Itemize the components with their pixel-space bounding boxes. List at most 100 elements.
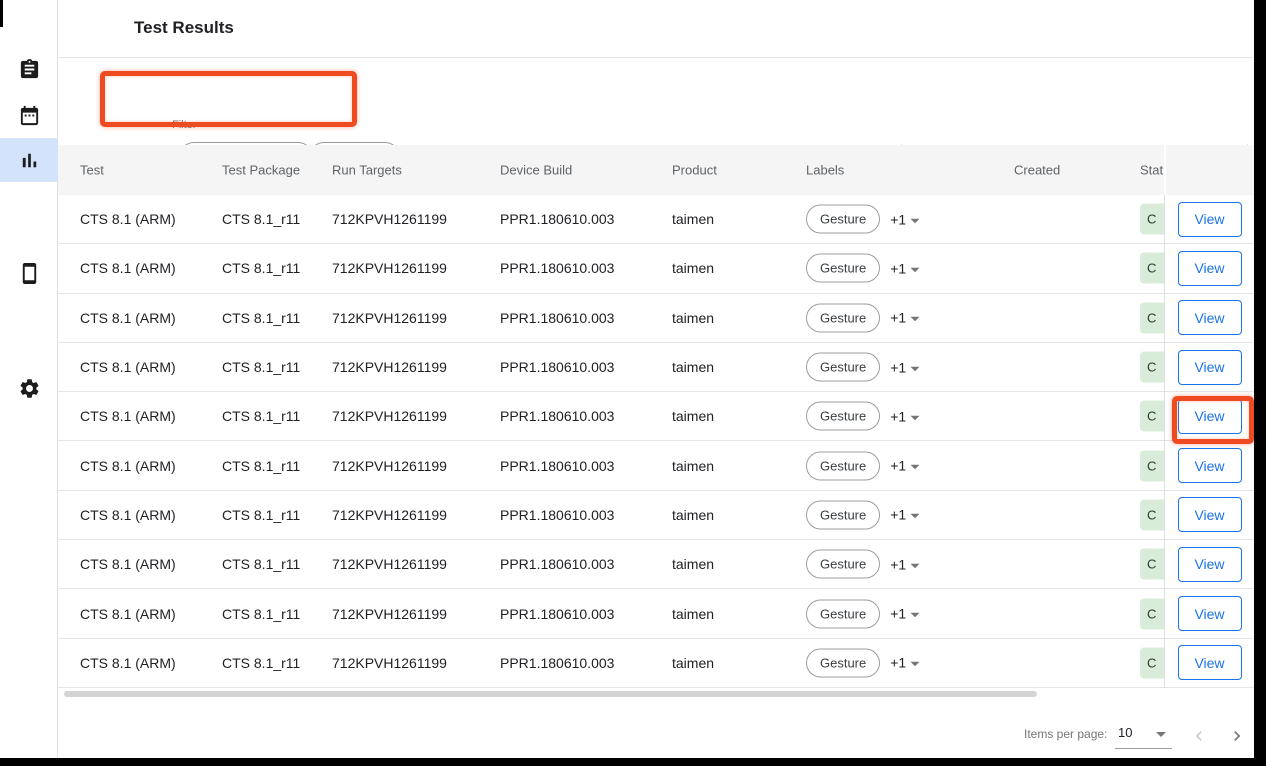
- view-button[interactable]: View: [1178, 547, 1242, 582]
- label-chip[interactable]: Gesture: [806, 303, 880, 332]
- cell-device-build: PPR1.180610.003: [500, 458, 614, 474]
- cell-run-targets: 712KPVH1261199: [332, 655, 447, 671]
- cell-test-package: CTS 8.1_r11: [222, 507, 300, 523]
- more-labels-dropdown[interactable]: +1: [890, 211, 920, 227]
- cell-test: CTS 8.1 (ARM): [80, 408, 176, 424]
- label-chip[interactable]: Gesture: [806, 599, 880, 628]
- more-labels-dropdown[interactable]: +1: [890, 310, 920, 326]
- view-cell: View: [1165, 639, 1254, 688]
- status-chip-truncated: C: [1140, 647, 1164, 678]
- page-title: Test Results: [134, 18, 234, 38]
- label-chip[interactable]: Gesture: [806, 648, 880, 677]
- status-chip-truncated: C: [1140, 450, 1164, 481]
- cell-labels: Gesture +1: [806, 451, 920, 480]
- view-cell: View: [1165, 441, 1254, 490]
- label-chip[interactable]: Gesture: [806, 402, 880, 431]
- table-row: CTS 8.1 (ARM) CTS 8.1_r11 712KPVH1261199…: [58, 491, 1164, 540]
- chevron-down-icon: [1156, 732, 1166, 737]
- cell-test: CTS 8.1 (ARM): [80, 211, 176, 227]
- view-button[interactable]: View: [1178, 596, 1242, 631]
- more-labels-count: +1: [890, 211, 906, 227]
- chevron-down-icon: [911, 613, 920, 618]
- label-chip[interactable]: Gesture: [806, 500, 880, 529]
- cell-run-targets: 712KPVH1261199: [332, 211, 447, 227]
- status-chip-truncated: C: [1140, 302, 1164, 333]
- cell-product: taimen: [672, 556, 714, 572]
- status-chip-truncated: C: [1140, 499, 1164, 530]
- cell-test-package: CTS 8.1_r11: [222, 606, 300, 622]
- view-button[interactable]: View: [1178, 251, 1242, 286]
- more-labels-dropdown[interactable]: +1: [890, 655, 920, 671]
- table-row: CTS 8.1 (ARM) CTS 8.1_r11 712KPVH1261199…: [58, 195, 1164, 244]
- sidebar-item-test-plans[interactable]: [0, 47, 58, 91]
- cell-run-targets: 712KPVH1261199: [332, 310, 447, 326]
- view-cell: View: [1165, 244, 1254, 293]
- more-labels-dropdown[interactable]: +1: [890, 556, 920, 572]
- more-labels-count: +1: [890, 408, 906, 424]
- more-labels-count: +1: [890, 260, 906, 276]
- cell-labels: Gesture +1: [806, 254, 920, 283]
- view-cell: View: [1165, 294, 1254, 343]
- status-chip-truncated: C: [1140, 401, 1164, 432]
- cell-run-targets: 712KPVH1261199: [332, 507, 447, 523]
- cell-test: CTS 8.1 (ARM): [80, 359, 176, 375]
- cell-test-package: CTS 8.1_r11: [222, 359, 300, 375]
- more-labels-dropdown[interactable]: +1: [890, 359, 920, 375]
- screen-edge: [0, 0, 3, 27]
- status-chip-truncated: C: [1140, 253, 1164, 284]
- chevron-down-icon: [911, 662, 920, 667]
- cell-labels: Gesture +1: [806, 205, 920, 234]
- cell-product: taimen: [672, 359, 714, 375]
- items-per-page-underline: [1115, 748, 1172, 749]
- cell-product: taimen: [672, 507, 714, 523]
- more-labels-dropdown[interactable]: +1: [890, 507, 920, 523]
- view-button[interactable]: View: [1178, 645, 1242, 680]
- cell-product: taimen: [672, 260, 714, 276]
- view-button[interactable]: View: [1178, 448, 1242, 483]
- cell-run-targets: 712KPVH1261199: [332, 556, 447, 572]
- view-button[interactable]: View: [1178, 350, 1242, 385]
- label-chip[interactable]: Gesture: [806, 205, 880, 234]
- cell-device-build: PPR1.180610.003: [500, 211, 614, 227]
- column-header-product: Product: [672, 163, 717, 178]
- label-chip[interactable]: Gesture: [806, 550, 880, 579]
- chevron-left-icon: [1189, 726, 1209, 746]
- cell-run-targets: 712KPVH1261199: [332, 359, 447, 375]
- chevron-down-icon: [911, 268, 920, 273]
- more-labels-dropdown[interactable]: +1: [890, 458, 920, 474]
- previous-page-button[interactable]: [1188, 725, 1210, 747]
- cell-labels: Gesture +1: [806, 402, 920, 431]
- more-labels-dropdown[interactable]: +1: [890, 408, 920, 424]
- cell-device-build: PPR1.180610.003: [500, 507, 614, 523]
- page-header: Test Results: [58, 0, 1254, 57]
- table-row: CTS 8.1 (ARM) CTS 8.1_r11 712KPVH1261199…: [58, 639, 1164, 688]
- table-row: CTS 8.1 (ARM) CTS 8.1_r11 712KPVH1261199…: [58, 589, 1164, 638]
- column-header-status-truncated: Stat: [1140, 163, 1163, 178]
- sidebar-item-settings[interactable]: [0, 366, 58, 410]
- label-chip[interactable]: Gesture: [806, 353, 880, 382]
- view-button[interactable]: View: [1178, 497, 1242, 532]
- items-per-page-select[interactable]: 10: [1115, 724, 1173, 750]
- cell-status: C: [1140, 352, 1164, 383]
- more-labels-dropdown[interactable]: +1: [890, 260, 920, 276]
- view-button[interactable]: View: [1178, 202, 1242, 237]
- horizontal-scrollbar[interactable]: [64, 691, 1037, 697]
- view-button[interactable]: View: [1178, 300, 1242, 335]
- sidebar-item-devices[interactable]: [0, 251, 58, 295]
- sidebar-item-schedules[interactable]: [0, 93, 58, 137]
- cell-labels: Gesture +1: [806, 353, 920, 382]
- more-labels-count: +1: [890, 310, 906, 326]
- cell-status: C: [1140, 549, 1164, 580]
- chevron-down-icon: [911, 514, 920, 519]
- more-labels-dropdown[interactable]: +1: [890, 606, 920, 622]
- label-chip[interactable]: Gesture: [806, 451, 880, 480]
- sidebar-item-test-results[interactable]: [0, 138, 58, 182]
- next-page-button[interactable]: [1226, 725, 1248, 747]
- view-button[interactable]: View: [1178, 399, 1242, 434]
- cell-test-package: CTS 8.1_r11: [222, 408, 300, 424]
- label-chip[interactable]: Gesture: [806, 254, 880, 283]
- column-header-test: Test: [80, 163, 104, 178]
- cell-status: C: [1140, 204, 1164, 235]
- chevron-down-icon: [911, 366, 920, 371]
- app-window: Test Results Filter CTS 8.1 (ARM) Gestur…: [0, 0, 1266, 766]
